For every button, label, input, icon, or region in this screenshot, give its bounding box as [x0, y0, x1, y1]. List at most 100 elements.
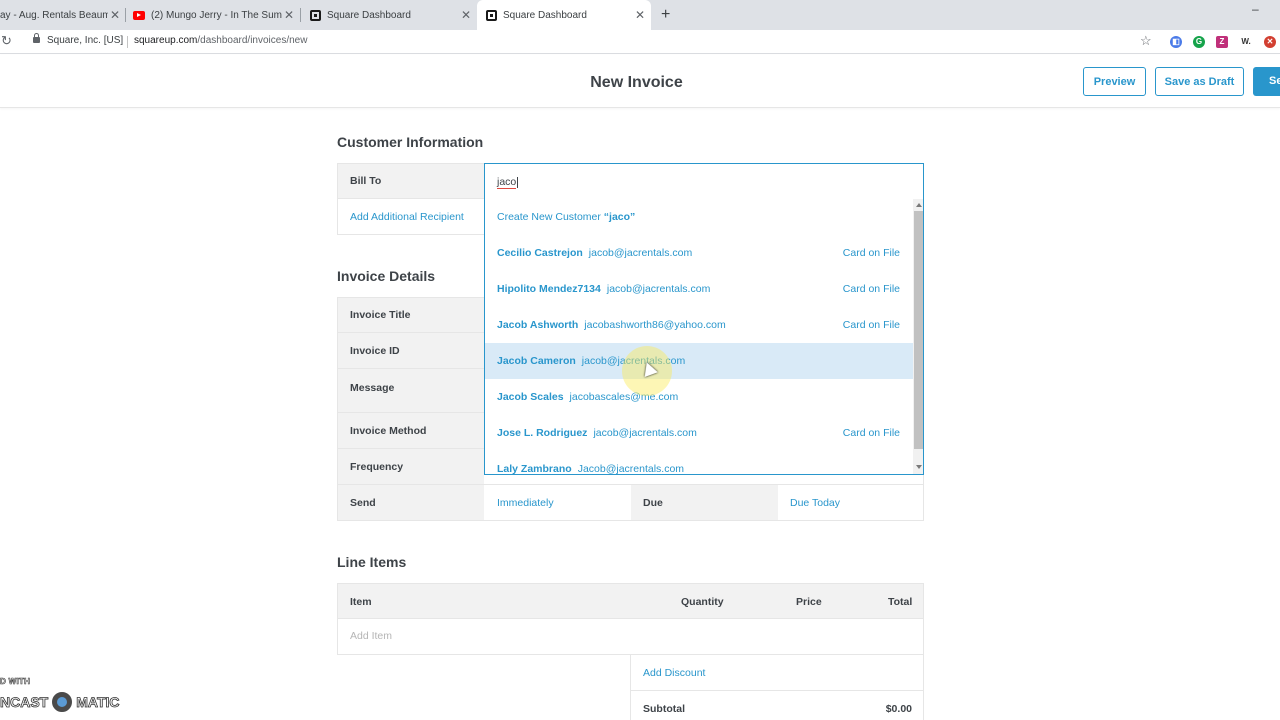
scroll-down-arrow-icon[interactable] [916, 465, 922, 469]
new-tab-plus-icon[interactable]: + [661, 6, 670, 24]
extension-icon[interactable]: ✕ [1264, 36, 1276, 48]
customer-option[interactable]: Cecilio Castrejon jacob@jacrentals.com C… [485, 235, 913, 271]
tab-close-icon[interactable]: ✕ [633, 8, 647, 22]
save-as-draft-button[interactable]: Save as Draft [1155, 67, 1244, 96]
reload-icon[interactable]: ↻ [1, 33, 12, 49]
customer-option[interactable]: Laly Zambrano Jacob@jacrentals.com [485, 451, 913, 475]
customer-option-hovered[interactable]: Jacob Cameron jacob@jacrentals.com [485, 343, 913, 379]
browser-tab-2[interactable]: (2) Mungo Jerry - In The Summertime ✕ [133, 0, 296, 30]
due-today-select[interactable]: Due Today [778, 485, 840, 520]
customer-name: Jacob Ashworth [497, 319, 579, 331]
tab-title: ay - Aug. Rentals Beaumont [0, 9, 108, 21]
send-button[interactable]: Send [1253, 67, 1280, 96]
customer-name: Laly Zambrano [497, 463, 572, 475]
subtotal-row: Subtotal $0.00 [630, 691, 924, 720]
minimize-icon[interactable]: – [1252, 2, 1259, 16]
customer-email: jacob@jacrentals.com [593, 427, 697, 439]
bill-to-input[interactable]: jaco [484, 163, 924, 200]
customer-email: Jacob@jacrentals.com [577, 463, 685, 475]
customer-option[interactable]: Jacob Ashworth jacobashworth86@yahoo.com… [485, 307, 913, 343]
text-caret [517, 176, 519, 188]
browser-tab-4[interactable]: Square Dashboard ✕ [477, 0, 651, 30]
customer-option[interactable]: Jacob Scales jacobascales@me.com [485, 379, 913, 415]
card-on-file-badge: Card on File [842, 283, 900, 295]
subtotal-amount: $0.00 [885, 703, 912, 715]
customer-email: jacob@jacrentals.com [588, 247, 693, 259]
due-label: Due [631, 485, 778, 520]
dropdown-scrollbar[interactable] [913, 199, 923, 474]
scrollbar-thumb[interactable] [914, 211, 923, 449]
customer-option[interactable]: Hipolito Mendez7134 jacob@jacrentals.com… [485, 271, 913, 307]
create-query: “jaco” [603, 211, 636, 223]
customer-email: jacobascales@me.com [569, 391, 679, 403]
tab-title: (2) Mungo Jerry - In The Summertime [151, 9, 282, 21]
message-label: Message [338, 369, 484, 412]
customer-name: Hipolito Mendez7134 [497, 283, 601, 295]
tab-title: Square Dashboard [503, 9, 587, 21]
customer-email: jacob@jacrentals.com [606, 283, 711, 295]
tab-close-icon[interactable]: ✕ [108, 8, 122, 22]
tab-separator [300, 8, 301, 22]
app-header: New Invoice Preview Save as Draft Send [0, 55, 1280, 108]
add-additional-recipient-link[interactable]: Add Additional Recipient [338, 199, 484, 234]
col-total: Total [888, 596, 913, 608]
lock-icon[interactable] [33, 33, 40, 43]
extension-icon[interactable]: W. [1238, 36, 1254, 48]
send-row: Send Immediately Due Due Today [337, 485, 924, 521]
scroll-up-arrow-icon[interactable] [916, 203, 922, 207]
customer-name: Jacob Scales [497, 391, 564, 403]
create-new-customer-label: Create New Customer “jaco” [497, 211, 635, 223]
line-items-header: Item Quantity Price Total [337, 583, 924, 619]
square-icon [485, 9, 497, 21]
extension-icon[interactable]: ◧ [1170, 36, 1182, 48]
send-label: Send [338, 485, 484, 520]
invoice-id-label: Invoice ID [338, 333, 484, 368]
url-host: squareup.com [134, 35, 198, 46]
customer-name: Jacob Cameron [497, 355, 576, 367]
create-new-customer-option[interactable]: Create New Customer “jaco” [485, 199, 913, 235]
address-bar[interactable]: squareup.com/dashboard/invoices/new [134, 35, 307, 46]
card-on-file-badge: Card on File [842, 319, 900, 331]
browser-tab-bar: ay - Aug. Rentals Beaumont ✕ (2) Mungo J… [0, 0, 1280, 30]
site-identity[interactable]: Square, Inc. [US] [47, 35, 123, 46]
line-items-title: Line Items [337, 554, 407, 570]
youtube-icon [133, 9, 145, 21]
customer-email: jacobashworth86@yahoo.com [584, 319, 726, 331]
col-item: Item [350, 596, 372, 608]
customer-name: Jose L. Rodriguez [497, 427, 588, 439]
bookmark-star-icon[interactable]: ☆ [1140, 33, 1152, 49]
col-price: Price [796, 596, 822, 608]
url-path: /dashboard/invoices/new [197, 35, 308, 46]
customer-name: Cecilio Castrejon [497, 247, 583, 259]
add-discount-link[interactable]: Add Discount [630, 655, 924, 691]
watermark-logo: D WITH [0, 677, 31, 687]
tab-close-icon[interactable]: ✕ [282, 8, 296, 22]
add-item-input[interactable]: Add Item [337, 618, 924, 655]
bill-to-label: Bill To [338, 164, 484, 198]
col-quantity: Quantity [681, 596, 724, 608]
create-prefix: Create New Customer [497, 211, 604, 223]
tab-close-icon[interactable]: ✕ [459, 8, 473, 22]
frequency-label: Frequency [338, 449, 484, 484]
grammarly-icon[interactable]: G [1193, 36, 1205, 48]
customer-option[interactable]: Jose L. Rodriguez jacob@jacrentals.com C… [485, 415, 913, 451]
screencast-o-matic-logo: NCAST MATIC [0, 690, 120, 714]
send-immediately-select[interactable]: Immediately [484, 485, 554, 520]
customer-information-title: Customer Information [337, 134, 484, 150]
url-separator [127, 36, 128, 48]
tab-separator [125, 8, 126, 22]
square-icon [309, 9, 321, 21]
customer-dropdown: Create New Customer “jaco” Cecilio Castr… [484, 199, 924, 475]
extension-icon[interactable]: Z [1216, 36, 1228, 48]
tab-title: Square Dashboard [327, 9, 411, 21]
browser-tab-1[interactable]: ay - Aug. Rentals Beaumont ✕ [0, 0, 122, 30]
subtotal-label: Subtotal [643, 703, 685, 715]
invoice-details-title: Invoice Details [337, 268, 436, 284]
watermark-record-icon [50, 690, 75, 714]
preview-button[interactable]: Preview [1083, 67, 1146, 96]
browser-tab-3[interactable]: Square Dashboard ✕ [309, 0, 473, 30]
invoice-method-label: Invoice Method [338, 413, 484, 448]
card-on-file-badge: Card on File [842, 247, 900, 259]
browser-toolbar: ↻ Square, Inc. [US] squareup.com/dashboa… [0, 30, 1280, 54]
bill-to-typed-text: jaco [497, 176, 517, 189]
